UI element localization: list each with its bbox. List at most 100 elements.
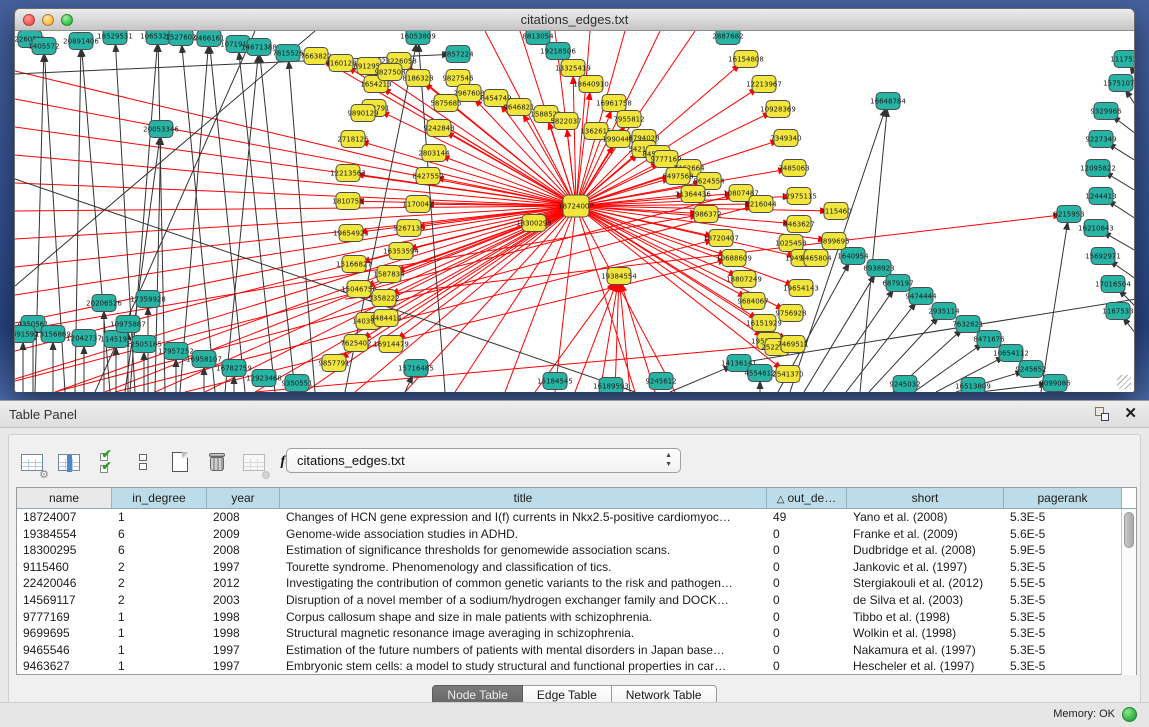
edge[interactable] (15, 31, 315, 286)
table-cell[interactable]: Franke et al. (2009) (847, 526, 1004, 543)
table-cell[interactable]: 1 (112, 609, 207, 626)
table-cell[interactable]: Jankovic et al. (1997) (847, 559, 1004, 576)
graph-node[interactable]: 15716485 (398, 360, 434, 377)
table-cell[interactable]: 2003 (207, 592, 280, 609)
table-cell[interactable]: 2 (112, 592, 207, 609)
graph-node[interactable]: 9245612 (645, 373, 676, 390)
graph-node-selected[interactable]: 8427552 (412, 168, 443, 185)
graph-node-selected[interactable]: 19384554 (601, 268, 637, 285)
table-cell[interactable]: Dudbridge et al. (2008) (847, 542, 1004, 559)
table-cell[interactable]: 18300295 (17, 542, 112, 559)
graph-node-selected[interactable]: 9267130 (393, 220, 424, 237)
table-cell[interactable]: de Silva et al. (2003) (847, 592, 1004, 609)
graph-node-selected[interactable]: 6497568 (662, 168, 693, 185)
table-cell[interactable]: Genome-wide association studies in ADHD. (280, 526, 767, 543)
table-cell[interactable]: Nakamura et al. (1997) (847, 642, 1004, 659)
table-scrollbar[interactable] (1121, 509, 1136, 675)
graph-node[interactable]: 10975887 (110, 316, 146, 333)
table-row[interactable]: 1938455462009Genome-wide association stu… (17, 526, 1136, 543)
table-cell[interactable]: Hescheler et al. (1997) (847, 658, 1004, 675)
table-cell[interactable]: Estimation of significance thresholds fo… (280, 542, 767, 559)
graph-node[interactable]: 9099086 (1039, 375, 1071, 392)
selected-edge[interactable] (15, 206, 576, 211)
table-cell[interactable]: Tourette syndrome. Phenomenology and cla… (280, 559, 767, 576)
graph-node-selected[interactable]: 9827546 (442, 70, 474, 87)
graph-node-selected[interactable]: 12975115 (781, 188, 817, 205)
graph-node[interactable]: 20891406 (63, 33, 99, 50)
edge[interactable] (1112, 176, 1134, 191)
graph-node[interactable]: 9329966 (1090, 103, 1122, 120)
edge[interactable] (1114, 205, 1134, 219)
table-row[interactable]: 1456911722003Disruption of a novel membe… (17, 592, 1136, 609)
graph-node[interactable]: 16053809 (400, 31, 436, 45)
graph-node-selected[interactable]: 9484414 (370, 310, 402, 327)
graph-node-selected[interactable]: 8186328 (402, 70, 433, 87)
graph-node-selected[interactable]: 16154808 (728, 51, 764, 68)
graph-node-selected[interactable]: 2541370 (772, 366, 803, 383)
graph-node[interactable]: 6879197 (882, 275, 913, 292)
graph-node-selected[interactable]: 18807249 (726, 271, 762, 288)
table-cell[interactable]: Investigating the contribution of common… (280, 575, 767, 592)
table-row[interactable]: 1830029562008Estimation of significance … (17, 542, 1136, 559)
graph-node[interactable]: 7632621 (952, 316, 983, 333)
column-header-year[interactable]: year (207, 488, 280, 508)
graph-node-selected[interactable]: 9465804 (800, 250, 832, 267)
graph-node-selected[interactable]: 7485063 (778, 160, 809, 177)
graph-node[interactable]: 12095822 (1080, 160, 1116, 177)
graph-node-selected[interactable]: 9358222 (368, 290, 399, 307)
graph-node[interactable]: 8471676 (973, 331, 1005, 348)
graph-node-selected[interactable]: 9684067 (737, 293, 768, 310)
table-cell[interactable]: 1 (112, 658, 207, 675)
table-source-select[interactable]: citations_edges.txt ▲▼ (286, 448, 681, 473)
table-cell[interactable]: 5.6E-5 (1004, 526, 1122, 543)
edge[interactable] (1115, 148, 1134, 161)
resize-grip[interactable] (1117, 375, 1131, 389)
table-cell[interactable]: Changes of HCN gene expression and I(f) … (280, 509, 767, 526)
scrollbar-thumb[interactable] (1124, 512, 1134, 548)
graph-node-selected[interactable]: 16914479 (373, 336, 409, 353)
float-panel-icon[interactable] (1095, 407, 1109, 421)
table-cell[interactable]: 1997 (207, 658, 280, 675)
column-header-in_degree[interactable]: in_degree (112, 488, 207, 508)
graph-node[interactable]: 15751074 (1103, 75, 1134, 92)
table-cell[interactable]: 1997 (207, 642, 280, 659)
edge[interactable] (670, 369, 724, 392)
graph-node-selected[interactable]: 9899695 (818, 233, 849, 250)
show-column-button[interactable] (56, 449, 82, 475)
edge[interactable] (1119, 121, 1134, 134)
table-cell[interactable]: Tibbo et al. (1998) (847, 609, 1004, 626)
table-cell[interactable]: 5.3E-5 (1004, 625, 1122, 642)
table-cell[interactable]: 5.3E-5 (1004, 592, 1122, 609)
graph-node[interactable]: 7857224 (442, 46, 474, 63)
selected-edge[interactable] (15, 206, 576, 351)
table-cell[interactable]: 6 (112, 526, 207, 543)
table-cell[interactable]: 1 (112, 625, 207, 642)
table-cell[interactable]: Wolkin et al. (1998) (847, 625, 1004, 642)
table-cell[interactable]: Stergiakouli et al. (2012) (847, 575, 1004, 592)
table-cell[interactable]: 2 (112, 559, 207, 576)
graph-node[interactable]: 9245032 (889, 376, 920, 393)
graph-node-selected[interactable]: 9242848 (423, 120, 454, 137)
graph-node-selected[interactable]: 9857791 (318, 355, 349, 372)
table-mode-button[interactable]: ⚙ (19, 449, 45, 475)
graph-node-selected[interactable]: 12213967 (746, 76, 782, 93)
table-cell[interactable]: 18724007 (17, 509, 112, 526)
table-cell[interactable]: Disruption of a novel member of a sodium… (280, 592, 767, 609)
table-cell[interactable]: Estimation of the future numbers of pati… (280, 642, 767, 659)
graph-node-selected[interactable]: 1587834 (373, 266, 405, 283)
column-header-title[interactable]: title (280, 488, 767, 508)
table-cell[interactable]: 9465546 (17, 642, 112, 659)
graph-node-selected[interactable]: 9115460 (820, 203, 851, 220)
graph-node[interactable]: 1167533 (1102, 303, 1133, 320)
table-cell[interactable]: 1997 (207, 559, 280, 576)
delete-column-button[interactable] (204, 449, 230, 475)
graph-node[interactable]: 9350551 (281, 375, 312, 392)
graph-node[interactable]: 12042737 (66, 330, 102, 347)
table-cell[interactable]: 49 (767, 509, 847, 526)
table-cell[interactable]: Corpus callosum shape and size in male p… (280, 609, 767, 626)
column-header-name[interactable]: name (17, 488, 112, 508)
column-header-out_de[interactable]: △out_de… (767, 488, 847, 508)
table-cell[interactable]: 2 (112, 575, 207, 592)
table-cell[interactable]: 0 (767, 542, 847, 559)
graph-node[interactable]: 1405572 (28, 38, 59, 55)
